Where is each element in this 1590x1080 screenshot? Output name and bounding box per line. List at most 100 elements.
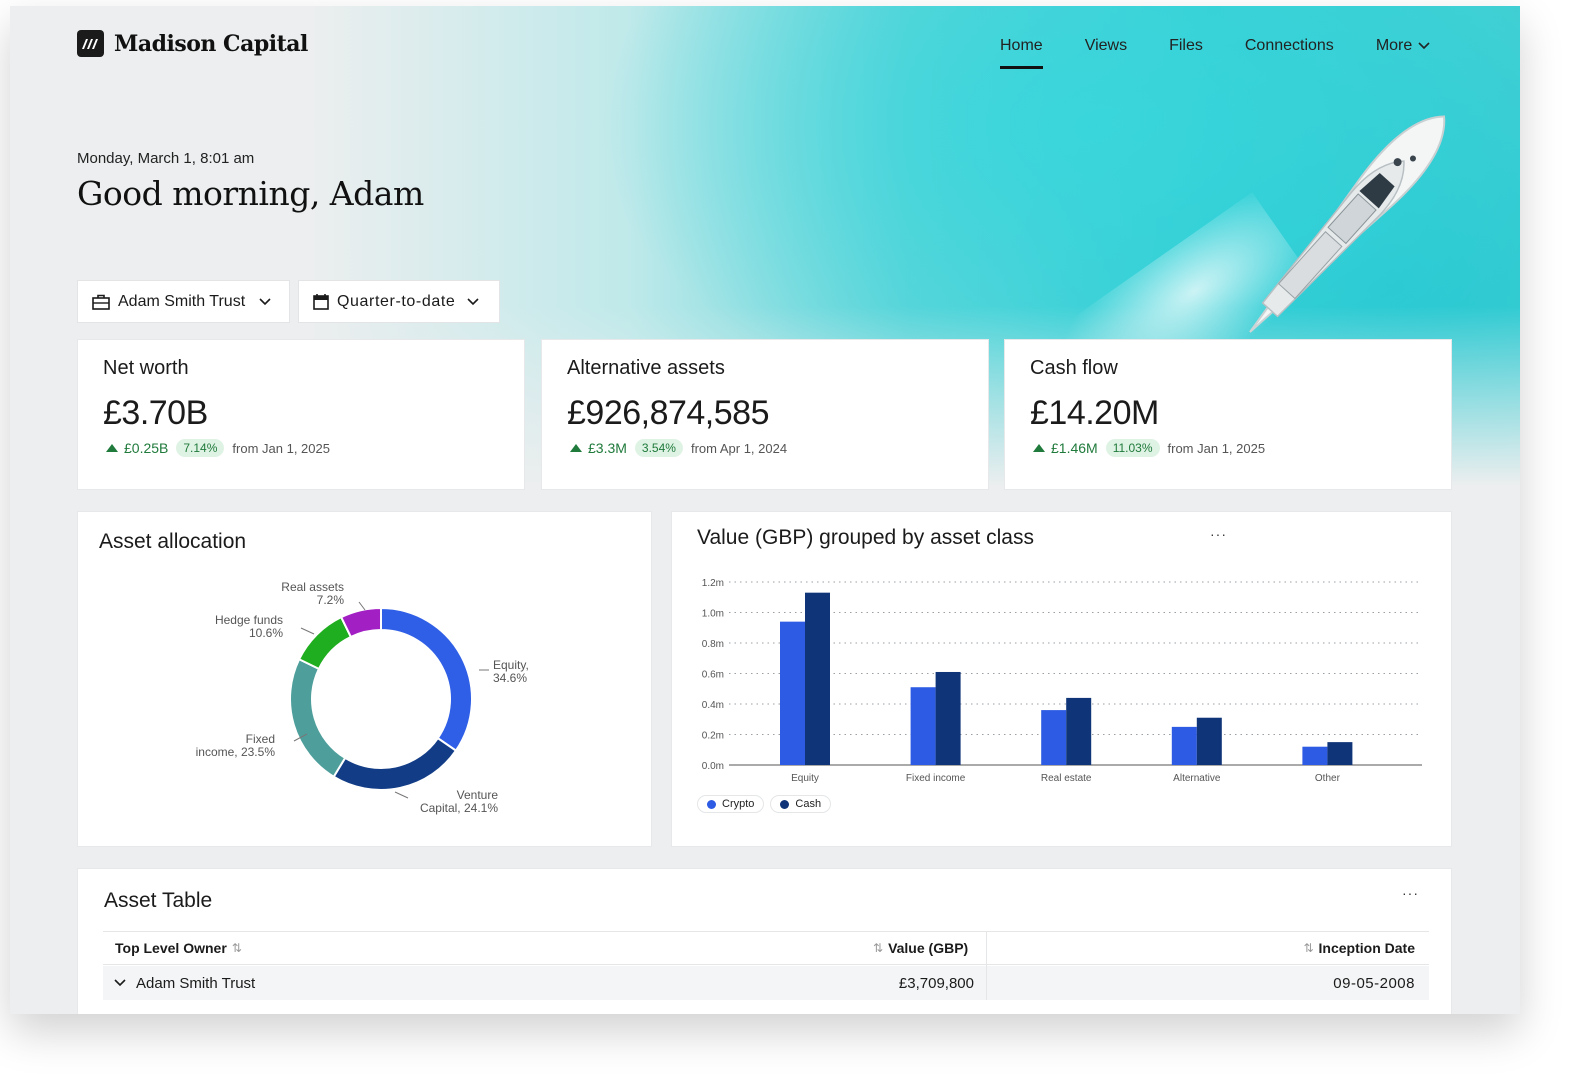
legend-dot — [780, 799, 790, 809]
chart-legend: Crypto Cash — [697, 795, 832, 813]
label-pct: 10.6% — [248, 626, 283, 640]
bar-cash-other[interactable] — [1327, 742, 1353, 765]
y-tick-label: 0.0m — [702, 761, 724, 772]
donut-slice-equity[interactable] — [380, 606, 473, 753]
kpi-delta: £3.3M 3.54% from Apr 1, 2024 — [570, 439, 787, 457]
column-label: Top Level Owner — [115, 940, 227, 956]
nav-more-label: More — [1375, 37, 1413, 54]
chevron-down-icon[interactable] — [114, 979, 126, 987]
nav-more[interactable]: More — [1376, 29, 1430, 69]
kpi-delta: £0.25B 7.14% from Jan 1, 2025 — [106, 439, 330, 457]
kpi-from-date: from Jan 1, 2025 — [232, 440, 330, 456]
entity-selector-label: Adam Smith Trust — [118, 292, 246, 310]
nav-connections[interactable]: Connections — [1245, 29, 1334, 69]
allocation-donut-chart[interactable] — [78, 512, 653, 848]
donut-slice-hedge-funds[interactable] — [297, 615, 353, 671]
kpi-value: £926,874,585 — [567, 394, 769, 432]
column-header-value[interactable]: ⇅ Value (GBP) — [873, 940, 968, 956]
panel-menu-button[interactable]: ··· — [1210, 526, 1227, 542]
nav-home[interactable]: Home — [1000, 29, 1043, 69]
kpi-card-alternative-assets[interactable]: Alternative assets £926,874,585 £3.3M 3.… — [541, 339, 989, 490]
brand-name: Madison Capital — [114, 30, 308, 57]
table-menu-button[interactable]: ··· — [1402, 885, 1419, 901]
kpi-change-amount: £0.25B — [124, 440, 169, 456]
sort-icon: ⇅ — [1303, 941, 1314, 955]
kpi-change-pct: 3.54% — [634, 439, 683, 457]
kpi-card-cash-flow[interactable]: Cash flow £14.20M £1.46M 11.03% from Jan… — [1004, 339, 1452, 490]
period-selector-label: Quarter-to-date — [337, 292, 456, 310]
label-name: Equity, — [493, 658, 529, 672]
cell-value: £3,709,800 — [898, 974, 974, 992]
app-window: Madison Capital Home Views Files Connect… — [10, 6, 1520, 1014]
kpi-from-date: from Jan 1, 2025 — [1167, 440, 1266, 456]
calendar-icon — [313, 294, 329, 310]
arrow-up-icon — [570, 444, 582, 452]
column-label: Value (GBP) — [888, 940, 969, 956]
sort-icon: ⇅ — [231, 941, 242, 955]
label-name: Venture — [456, 788, 498, 802]
label-name: Fixed — [245, 732, 275, 746]
legend-label: Cash — [795, 798, 822, 810]
bar-crypto-alternative[interactable] — [1171, 726, 1197, 765]
current-datetime: Monday, March 1, 8:01 am — [77, 150, 255, 167]
donut-slice-fixed-income[interactable] — [289, 657, 347, 779]
table-row[interactable]: Adam Smith Trust £3,709,800 09-05-2008 — [103, 966, 1429, 1000]
donut-slice-venture-capital[interactable] — [332, 736, 458, 791]
label-pct: 7.2% — [316, 593, 344, 607]
y-tick-label: 0.6m — [702, 670, 724, 681]
y-tick-label: 0.2m — [702, 731, 724, 742]
bar-cash-equity[interactable] — [805, 592, 830, 765]
kpi-value: £14.20M — [1030, 394, 1159, 432]
column-divider — [986, 966, 987, 1000]
y-tick-label: 1.0m — [702, 609, 724, 620]
cell-date: 09-05-2008 — [1333, 974, 1415, 992]
bar-cash-fixed-income[interactable] — [935, 671, 961, 765]
label-pct: 34.6% — [493, 671, 528, 685]
greeting-heading: Good morning, Adam — [77, 174, 424, 213]
kpi-change: £3.3M — [570, 440, 627, 456]
kpi-change: £0.25B — [106, 440, 168, 456]
bar-crypto-fixed-income[interactable] — [910, 687, 936, 765]
label-fixed-income: Fixed income, 23.5% — [174, 733, 275, 759]
label-equity: Equity, 34.6% — [493, 659, 529, 685]
asset-allocation-panel: Asset allocation Real assets 7.2% Hedge f… — [77, 511, 652, 847]
kpi-change-pct: 7.14% — [176, 439, 225, 457]
period-selector[interactable]: Quarter-to-date — [298, 280, 500, 323]
logo-mark-icon — [77, 30, 104, 57]
briefcase-icon — [92, 294, 110, 310]
bar-crypto-equity[interactable] — [780, 621, 805, 765]
nav-files[interactable]: Files — [1169, 29, 1203, 69]
label-real-assets: Real assets 7.2% — [248, 581, 344, 607]
kpi-change-amount: £3.3M — [588, 440, 627, 456]
label-venture-capital: Venture Capital, 24.1% — [398, 789, 498, 815]
entity-selector[interactable]: Adam Smith Trust — [77, 280, 290, 323]
bar-cash-real-estate[interactable] — [1066, 697, 1092, 765]
bar-crypto-other[interactable] — [1302, 746, 1328, 765]
legend-crypto[interactable]: Crypto — [697, 795, 765, 813]
brand-logo[interactable]: Madison Capital — [77, 30, 308, 57]
column-header-date[interactable]: ⇅ Inception Date — [1303, 940, 1415, 956]
legend-label: Crypto — [722, 798, 755, 810]
kpi-change-amount: £1.46M — [1051, 440, 1098, 456]
legend-dot — [707, 799, 716, 809]
kpi-change: £1.46M — [1033, 440, 1098, 456]
value-by-asset-class-panel: Value (GBP) grouped by asset class ··· 0… — [671, 511, 1452, 847]
nav-views[interactable]: Views — [1085, 29, 1127, 69]
kpi-change-pct: 11.03% — [1105, 439, 1160, 457]
top-nav: Home Views Files Connections More — [1000, 29, 1430, 69]
x-tick-label: Equity — [791, 773, 819, 784]
bar-crypto-real-estate[interactable] — [1041, 710, 1067, 765]
legend-cash[interactable]: Cash — [770, 795, 832, 813]
x-tick-label: Alternative — [1173, 773, 1221, 784]
leader-line — [300, 627, 315, 635]
kpi-card-net-worth[interactable]: Net worth £3.70B £0.25B 7.14% from Jan 1… — [77, 339, 525, 490]
kpi-from-date: from Apr 1, 2024 — [690, 440, 788, 456]
column-header-owner[interactable]: Top Level Owner ⇅ — [103, 940, 988, 956]
kpi-title: Net worth — [103, 357, 189, 379]
x-tick-label: Real estate — [1041, 773, 1092, 784]
kpi-value: £3.70B — [103, 394, 208, 432]
cell-owner: Adam Smith Trust — [136, 974, 256, 992]
bar-cash-alternative[interactable] — [1196, 717, 1222, 765]
asset-table-panel: Asset Table ··· Top Level Owner ⇅ ⇅ Value … — [77, 868, 1452, 1014]
label-name: Real assets — [281, 580, 344, 594]
